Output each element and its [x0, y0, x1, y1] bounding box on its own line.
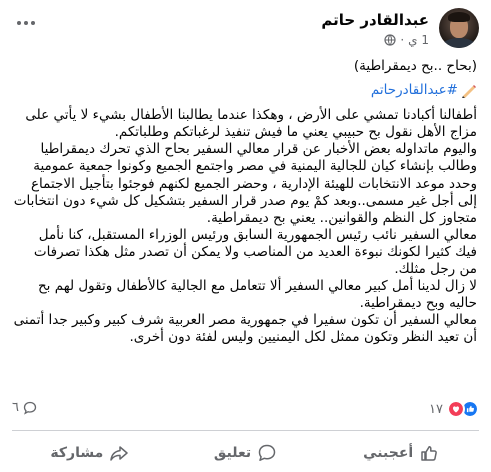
author-name[interactable]: عبدالقادر حاتم	[321, 11, 429, 29]
reactions-bar: ١٧ ٦	[12, 398, 479, 420]
post-header: عبدالقادر حاتم 1 ي ·	[12, 8, 479, 56]
author-avatar[interactable]	[439, 8, 479, 48]
more-icon[interactable]	[12, 14, 40, 34]
meta-separator: ·	[400, 33, 405, 47]
post-body: (بحاح ..بح ديمقراطية) #عبدالقادرحاتم أطف…	[13, 58, 477, 347]
hashtag-link[interactable]: #عبدالقادرحاتم	[371, 82, 458, 99]
post-paragraph: أطفالنا أكبادنا تمشي على الأرض ، وهكذا ع…	[25, 107, 477, 141]
like-button[interactable]: أعجبني	[323, 436, 479, 470]
globe-icon[interactable]	[384, 34, 396, 46]
hashtag-line: #عبدالقادرحاتم	[13, 82, 477, 99]
avatar-hair	[448, 12, 470, 22]
comment-bubble-icon	[23, 401, 37, 415]
share-icon	[110, 446, 129, 461]
post-card: عبدالقادر حاتم 1 ي · (بحاح ..بح ديمقراطي…	[0, 0, 491, 472]
thumbs-up-icon	[421, 446, 438, 461]
comments-count-value: ٦	[12, 400, 19, 415]
share-label: مشاركة	[50, 445, 104, 461]
post-title: (بحاح ..بح ديمقراطية)	[353, 58, 477, 74]
divider	[12, 430, 479, 431]
post-paragraph: معالي السفير نائب رئيس الجمهورية السابق …	[33, 226, 477, 278]
post-paragraph: لا زال لدينا أمل كبير معالي السفير ألا ت…	[37, 278, 477, 312]
reaction-summary[interactable]: ١٧	[429, 400, 479, 418]
comment-label: تعليق	[213, 445, 252, 461]
avatar-shirt	[442, 38, 476, 48]
like-label: أعجبني	[363, 445, 414, 461]
post-meta: 1 ي ·	[384, 33, 429, 47]
love-reaction-icon	[447, 400, 465, 418]
comments-count[interactable]: ٦	[12, 400, 37, 415]
post-paragraph: معالي السفير أن تكون سفيرا في جمهورية مص…	[13, 312, 477, 346]
comment-button[interactable]: تعليق	[168, 436, 324, 470]
post-time[interactable]: 1 ي	[408, 33, 429, 47]
comment-icon	[258, 444, 276, 461]
reaction-count: ١٧	[429, 401, 443, 417]
post-paragraph: واليوم ماتداوله بعض الأخبار عن قرار معال…	[13, 141, 477, 226]
share-button[interactable]: مشاركة	[12, 436, 168, 470]
reaction-icons	[447, 400, 479, 418]
post-actions: أعجبني تعليق مشاركة	[12, 436, 479, 470]
writing-hand-icon	[462, 84, 476, 98]
